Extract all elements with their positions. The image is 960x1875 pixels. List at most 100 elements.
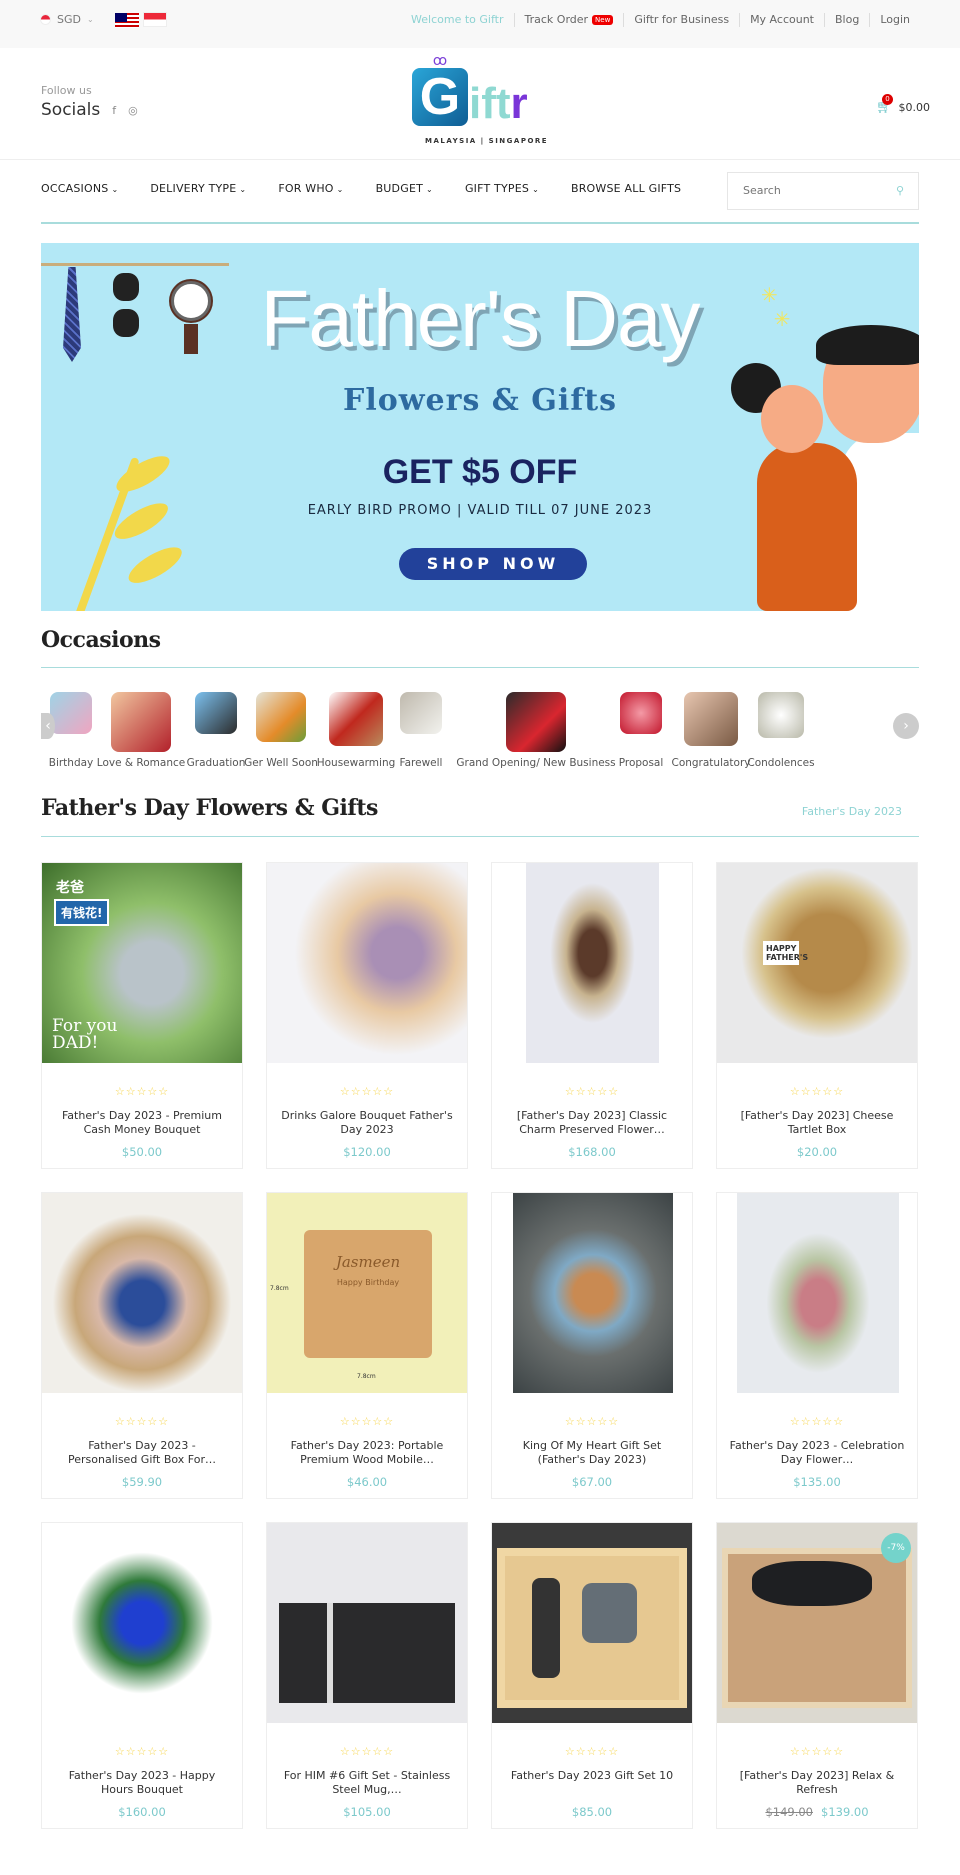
product-name[interactable]: [Father's Day 2023] Classic Charm Preser… xyxy=(502,1109,682,1137)
occasion-graduation[interactable]: Graduation xyxy=(181,692,251,769)
occasion-image xyxy=(506,692,566,752)
product-price: $50.00 xyxy=(121,1145,163,1159)
occasion-grand-opening[interactable]: Grand Opening/ New Business xyxy=(456,692,616,769)
star-rating: ☆☆☆☆☆ xyxy=(789,1745,845,1758)
nav-browse-all-gifts[interactable]: BROWSE ALL GIFTS xyxy=(571,182,681,195)
product-card[interactable]: ☆☆☆☆☆ Father's Day 2023 - Celebration Da… xyxy=(716,1192,918,1499)
nav-label: BROWSE ALL GIFTS xyxy=(570,182,682,195)
occasion-image xyxy=(256,692,306,742)
product-card[interactable]: ☆☆☆☆☆ For HIM #6 Gift Set - Stainless St… xyxy=(266,1522,468,1829)
malaysia-flag-icon[interactable] xyxy=(115,13,139,28)
star-rating: ☆☆☆☆☆ xyxy=(114,1085,170,1098)
occasion-proposal[interactable]: Proposal xyxy=(606,692,676,769)
product-card[interactable]: ☆☆☆☆☆ Father's Day 2023 - Personalised G… xyxy=(41,1192,243,1499)
chevron-down-icon: ⌄ xyxy=(336,185,344,194)
product-card[interactable]: ☆☆☆☆☆ King Of My Heart Gift Set (Father'… xyxy=(491,1192,693,1499)
product-name[interactable]: King Of My Heart Gift Set (Father's Day … xyxy=(502,1439,682,1467)
socials-label: Socials xyxy=(41,100,101,120)
image-caption: 有钱花! xyxy=(54,899,110,926)
facebook-icon[interactable]: f xyxy=(112,104,116,117)
star-rating: ☆☆☆☆☆ xyxy=(339,1415,395,1428)
product-image xyxy=(42,1523,242,1723)
product-name[interactable]: Father's Day 2023 - Happy Hours Bouquet xyxy=(52,1769,232,1797)
chevron-down-icon: ⌄ xyxy=(111,185,119,194)
occasion-congratulatory[interactable]: Congratulatory xyxy=(671,692,751,769)
product-name[interactable]: [Father's Day 2023] Relax & Refresh xyxy=(727,1769,907,1797)
logo-g: G xyxy=(412,68,468,126)
occasion-housewarming[interactable]: Housewarming xyxy=(316,692,396,769)
nav-for-who[interactable]: FOR WHO ⌄ xyxy=(278,182,343,195)
bouquet-photo xyxy=(526,863,659,1063)
carousel-next-button[interactable]: › xyxy=(893,713,919,739)
instagram-icon[interactable]: ◎ xyxy=(128,104,138,117)
search-icon[interactable]: ⚲ xyxy=(896,184,904,197)
giftr-for-business-link[interactable]: Giftr for Business xyxy=(623,13,739,27)
product-price: $120.00 xyxy=(343,1145,391,1159)
product-image xyxy=(267,1523,467,1723)
occasion-label: Condolences xyxy=(747,757,815,769)
occasion-farewell[interactable]: Farewell xyxy=(391,692,451,769)
dimension-label: 7.8cm xyxy=(270,1285,289,1292)
product-card[interactable]: -7% ☆☆☆☆☆ [Father's Day 2023] Relax & Re… xyxy=(716,1522,918,1829)
product-name[interactable]: Father's Day 2023 - Premium Cash Money B… xyxy=(52,1109,232,1137)
nav-label: DELIVERY TYPE xyxy=(150,182,237,195)
product-card[interactable]: 老爸 有钱花! For you DAD! ☆☆☆☆☆ Father's Day … xyxy=(41,862,243,1169)
products-section-title: Father's Day Flowers & Gifts xyxy=(41,795,378,821)
product-price: $135.00 xyxy=(793,1475,841,1489)
carousel-prev-button[interactable]: ‹ xyxy=(41,713,55,739)
product-name[interactable]: Father's Day 2023 Gift Set 10 xyxy=(502,1769,682,1783)
occasion-condolences[interactable]: Condolences xyxy=(741,692,821,769)
cart-button[interactable]: 🛒︎ 0 $0.00 xyxy=(876,94,931,115)
occasion-love-romance[interactable]: Love & Romance xyxy=(96,692,186,769)
blog-link[interactable]: Blog xyxy=(823,13,869,27)
occasions-title: Occasions xyxy=(41,627,161,653)
image-caption: 老爸 xyxy=(56,880,84,896)
ribbon xyxy=(327,1603,333,1703)
product-name[interactable]: Drinks Galore Bouquet Father's Day 2023 xyxy=(277,1109,457,1137)
nav-gift-types[interactable]: GIFT TYPES ⌄ xyxy=(465,182,539,195)
shop-now-button[interactable]: SHOP NOW xyxy=(399,548,587,580)
product-name[interactable]: For HIM #6 Gift Set - Stainless Steel Mu… xyxy=(277,1769,457,1797)
login-link[interactable]: Login xyxy=(869,13,920,27)
chevron-down-icon: ⌄ xyxy=(532,185,539,194)
my-account-link[interactable]: My Account xyxy=(739,13,824,27)
logo-text-teal: ift xyxy=(469,79,511,128)
star-rating: ☆☆☆☆☆ xyxy=(564,1085,620,1098)
nav-occasions[interactable]: OCCASIONS ⌄ xyxy=(41,182,118,195)
cart-total: $0.00 xyxy=(898,101,931,114)
occasion-get-well-soon[interactable]: Ger Well Soon xyxy=(244,692,318,769)
occasion-image xyxy=(195,692,237,734)
product-name[interactable]: [Father's Day 2023] Cheese Tartlet Box xyxy=(727,1109,907,1137)
track-order-link[interactable]: Track Order New xyxy=(513,13,624,27)
product-price: $20.00 xyxy=(796,1145,838,1159)
fathers-day-2023-link[interactable]: Father's Day 2023 xyxy=(802,805,902,818)
product-card[interactable]: Jasmeen Happy Birthday 7.8cm 7.8cm ☆☆☆☆☆… xyxy=(266,1192,468,1499)
product-card[interactable]: ☆☆☆☆☆ Father's Day 2023 Gift Set 10 $85.… xyxy=(491,1522,693,1829)
product-card[interactable]: ☆☆☆☆☆ [Father's Day 2023] Classic Charm … xyxy=(491,862,693,1169)
search-input[interactable] xyxy=(743,184,883,197)
product-name[interactable]: Father's Day 2023 - Celebration Day Flow… xyxy=(727,1439,907,1467)
nav-label: GIFT TYPES xyxy=(464,182,530,195)
currency-selector[interactable]: SGD ⌄ xyxy=(40,13,94,26)
product-card[interactable]: ☆☆☆☆☆ Drinks Galore Bouquet Father's Day… xyxy=(266,862,468,1169)
mug xyxy=(582,1583,637,1643)
occasion-label: Congratulatory xyxy=(671,757,751,769)
nav-delivery-type[interactable]: DELIVERY TYPE ⌄ xyxy=(150,182,246,195)
occasion-label: Birthday xyxy=(48,757,94,769)
product-card[interactable]: HAPPY FATHER'S ☆☆☆☆☆ [Father's Day 2023]… xyxy=(716,862,918,1169)
singapore-flag-icon[interactable] xyxy=(143,12,167,27)
cart-count: 0 xyxy=(881,94,893,105)
girl-face xyxy=(761,385,823,453)
product-card[interactable]: ☆☆☆☆☆ Father's Day 2023 - Happy Hours Bo… xyxy=(41,1522,243,1829)
nav-budget[interactable]: BUDGET ⌄ xyxy=(376,182,433,195)
product-name[interactable]: Father's Day 2023: Portable Premium Wood… xyxy=(277,1439,457,1467)
giftr-logo[interactable]: ꝏ G iftr MALAYSIA | SINGAPORE xyxy=(411,54,561,150)
product-image xyxy=(42,1193,242,1393)
welcome-link[interactable]: Welcome to Giftr xyxy=(401,13,513,27)
product-name[interactable]: Father's Day 2023 - Personalised Gift Bo… xyxy=(52,1439,232,1467)
hero-banner[interactable]: ✳ ✳ Father's Day Flowers & Gifts GET $5 … xyxy=(41,243,919,611)
socials: Socials f ◎ xyxy=(41,100,138,120)
product-image xyxy=(492,1523,692,1723)
bouquet-photo xyxy=(737,1193,899,1393)
girl-body xyxy=(757,443,857,611)
